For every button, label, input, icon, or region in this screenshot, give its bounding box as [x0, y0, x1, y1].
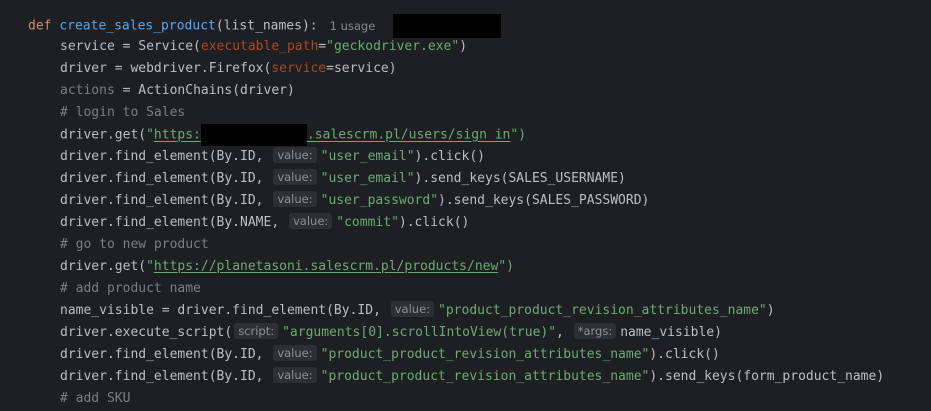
code-text: ).click() [649, 347, 720, 362]
code-line-3[interactable]: driver = webdriver.Firefox(service=servi… [28, 58, 397, 80]
string-quote: ") [498, 259, 514, 274]
code-text: driver.find_element(By.ID, [60, 369, 272, 384]
url-link[interactable]: .salescrm.pl/users/sign_in [307, 128, 511, 143]
code-line-6[interactable]: driver.get("https: .salescrm.pl/users/sig… [28, 124, 526, 146]
code-text: driver.execute_script( [60, 325, 233, 340]
string-quote: " [146, 127, 154, 143]
redacted-block [200, 124, 307, 146]
parameter-hint: script: [234, 323, 279, 339]
code-text: driver.find_element(By.ID, [60, 171, 272, 186]
code-comment: # login to Sales [60, 105, 186, 120]
parameter-hint: *args: [573, 323, 617, 339]
code-line-15[interactable]: driver.execute_script(script: "arguments[… [28, 322, 722, 344]
code-line-10[interactable]: driver.find_element(By.NAME, value: "comm… [28, 212, 469, 234]
code-line-5[interactable]: # login to Sales [28, 102, 185, 124]
string-literal: "product_product_revision_attributes_nam… [438, 303, 767, 318]
string-literal: "geckodriver.exe" [326, 39, 460, 54]
string-literal: "arguments[0].scrollIntoView(true)" [282, 325, 557, 340]
string-quote: " [146, 259, 154, 274]
code-text: driver.find_element(By.NAME, [60, 215, 287, 230]
code-text: driver.get( [60, 127, 147, 143]
string-literal: "product_product_revision_attributes_nam… [320, 347, 650, 362]
code-text: , [556, 325, 572, 340]
code-line-1[interactable]: def create_sales_product(list_names): 1 u… [28, 14, 502, 38]
code-text: driver.find_element(By.ID, [60, 347, 272, 362]
code-line-7[interactable]: driver.find_element(By.ID, value: "user_e… [28, 146, 485, 168]
code-text: ).send_keys(SALES_USERNAME) [414, 171, 626, 186]
code-text: ) [459, 39, 468, 54]
parameter-hint: value: [273, 191, 317, 207]
code-comment: # add product name [60, 281, 201, 296]
parameter-hint: value: [273, 147, 317, 163]
code-line-8[interactable]: driver.find_element(By.ID, value: "user_e… [28, 168, 626, 190]
code-line-13[interactable]: # add product name [28, 278, 201, 300]
code-line-12[interactable]: driver.get("https://planetasoni.salescrm… [28, 256, 514, 278]
string-literal: "user_email" [320, 149, 415, 164]
code-text: =service) [326, 61, 397, 76]
code-text: ).click() [398, 215, 470, 230]
parameter-hint: value: [288, 213, 333, 229]
code-text: ).click() [414, 149, 485, 164]
string-literal: "product_product_revision_attributes_nam… [320, 369, 650, 384]
function-name[interactable]: create_sales_product [59, 19, 216, 34]
code-text: driver.get( [60, 259, 147, 274]
function-params: (list_names): [215, 18, 318, 34]
code-line-2[interactable]: service = Service(executable_path="gecko… [28, 36, 467, 58]
parameter-hint: value: [273, 345, 317, 361]
code-comment: # add SKU [60, 391, 131, 406]
code-text: ).send_keys(form_product_name) [649, 369, 885, 384]
code-text: name_visible) [620, 325, 722, 340]
string-quote: ") [510, 127, 527, 143]
named-argument: executable_path [200, 39, 319, 54]
redacted-block [393, 14, 502, 38]
url-link[interactable]: https: [154, 128, 201, 143]
named-argument: service [271, 61, 327, 76]
unused-variable: actions [60, 83, 115, 98]
code-text: name_visible = driver.find_element(By.ID… [60, 303, 389, 318]
code-line-11[interactable]: # go to new product [28, 234, 209, 256]
code-text: driver.find_element(By.ID, [60, 193, 272, 208]
code-line-9[interactable]: driver.find_element(By.ID, value: "user_p… [28, 190, 649, 212]
def-keyword: def [28, 18, 52, 34]
parameter-hint: value: [273, 367, 317, 383]
parameter-hint: value: [273, 169, 317, 185]
string-literal: "user_password" [320, 193, 439, 208]
url-link[interactable]: https://planetasoni.salescrm.pl/products… [154, 259, 498, 274]
code-line-18[interactable]: # add SKU [28, 388, 130, 410]
code-text: service = Service( [60, 39, 201, 54]
code-text: = ActionChains(driver) [114, 83, 295, 98]
string-literal: "user_email" [320, 171, 415, 186]
code-text: driver = webdriver.Firefox( [60, 61, 272, 76]
code-line-4[interactable]: actions = ActionChains(driver) [28, 80, 295, 102]
code-line-14[interactable]: name_visible = driver.find_element(By.ID… [28, 300, 775, 322]
code-line-16[interactable]: driver.find_element(By.ID, value: "produc… [28, 344, 720, 366]
code-line-17[interactable]: driver.find_element(By.ID, value: "produc… [28, 366, 884, 388]
code-text: driver.find_element(By.ID, [60, 149, 272, 164]
parameter-hint: value: [390, 301, 435, 317]
usage-count-hint[interactable]: 1 usage [330, 19, 376, 33]
code-text: ).send_keys(SALES_PASSWORD) [438, 193, 650, 208]
code-comment: # go to new product [60, 237, 209, 252]
string-literal: "commit" [336, 215, 399, 230]
code-text: ) [766, 303, 775, 318]
code-text: = [318, 39, 327, 54]
code-editor[interactable]: def create_sales_product(list_names): 1 u… [0, 0, 931, 411]
